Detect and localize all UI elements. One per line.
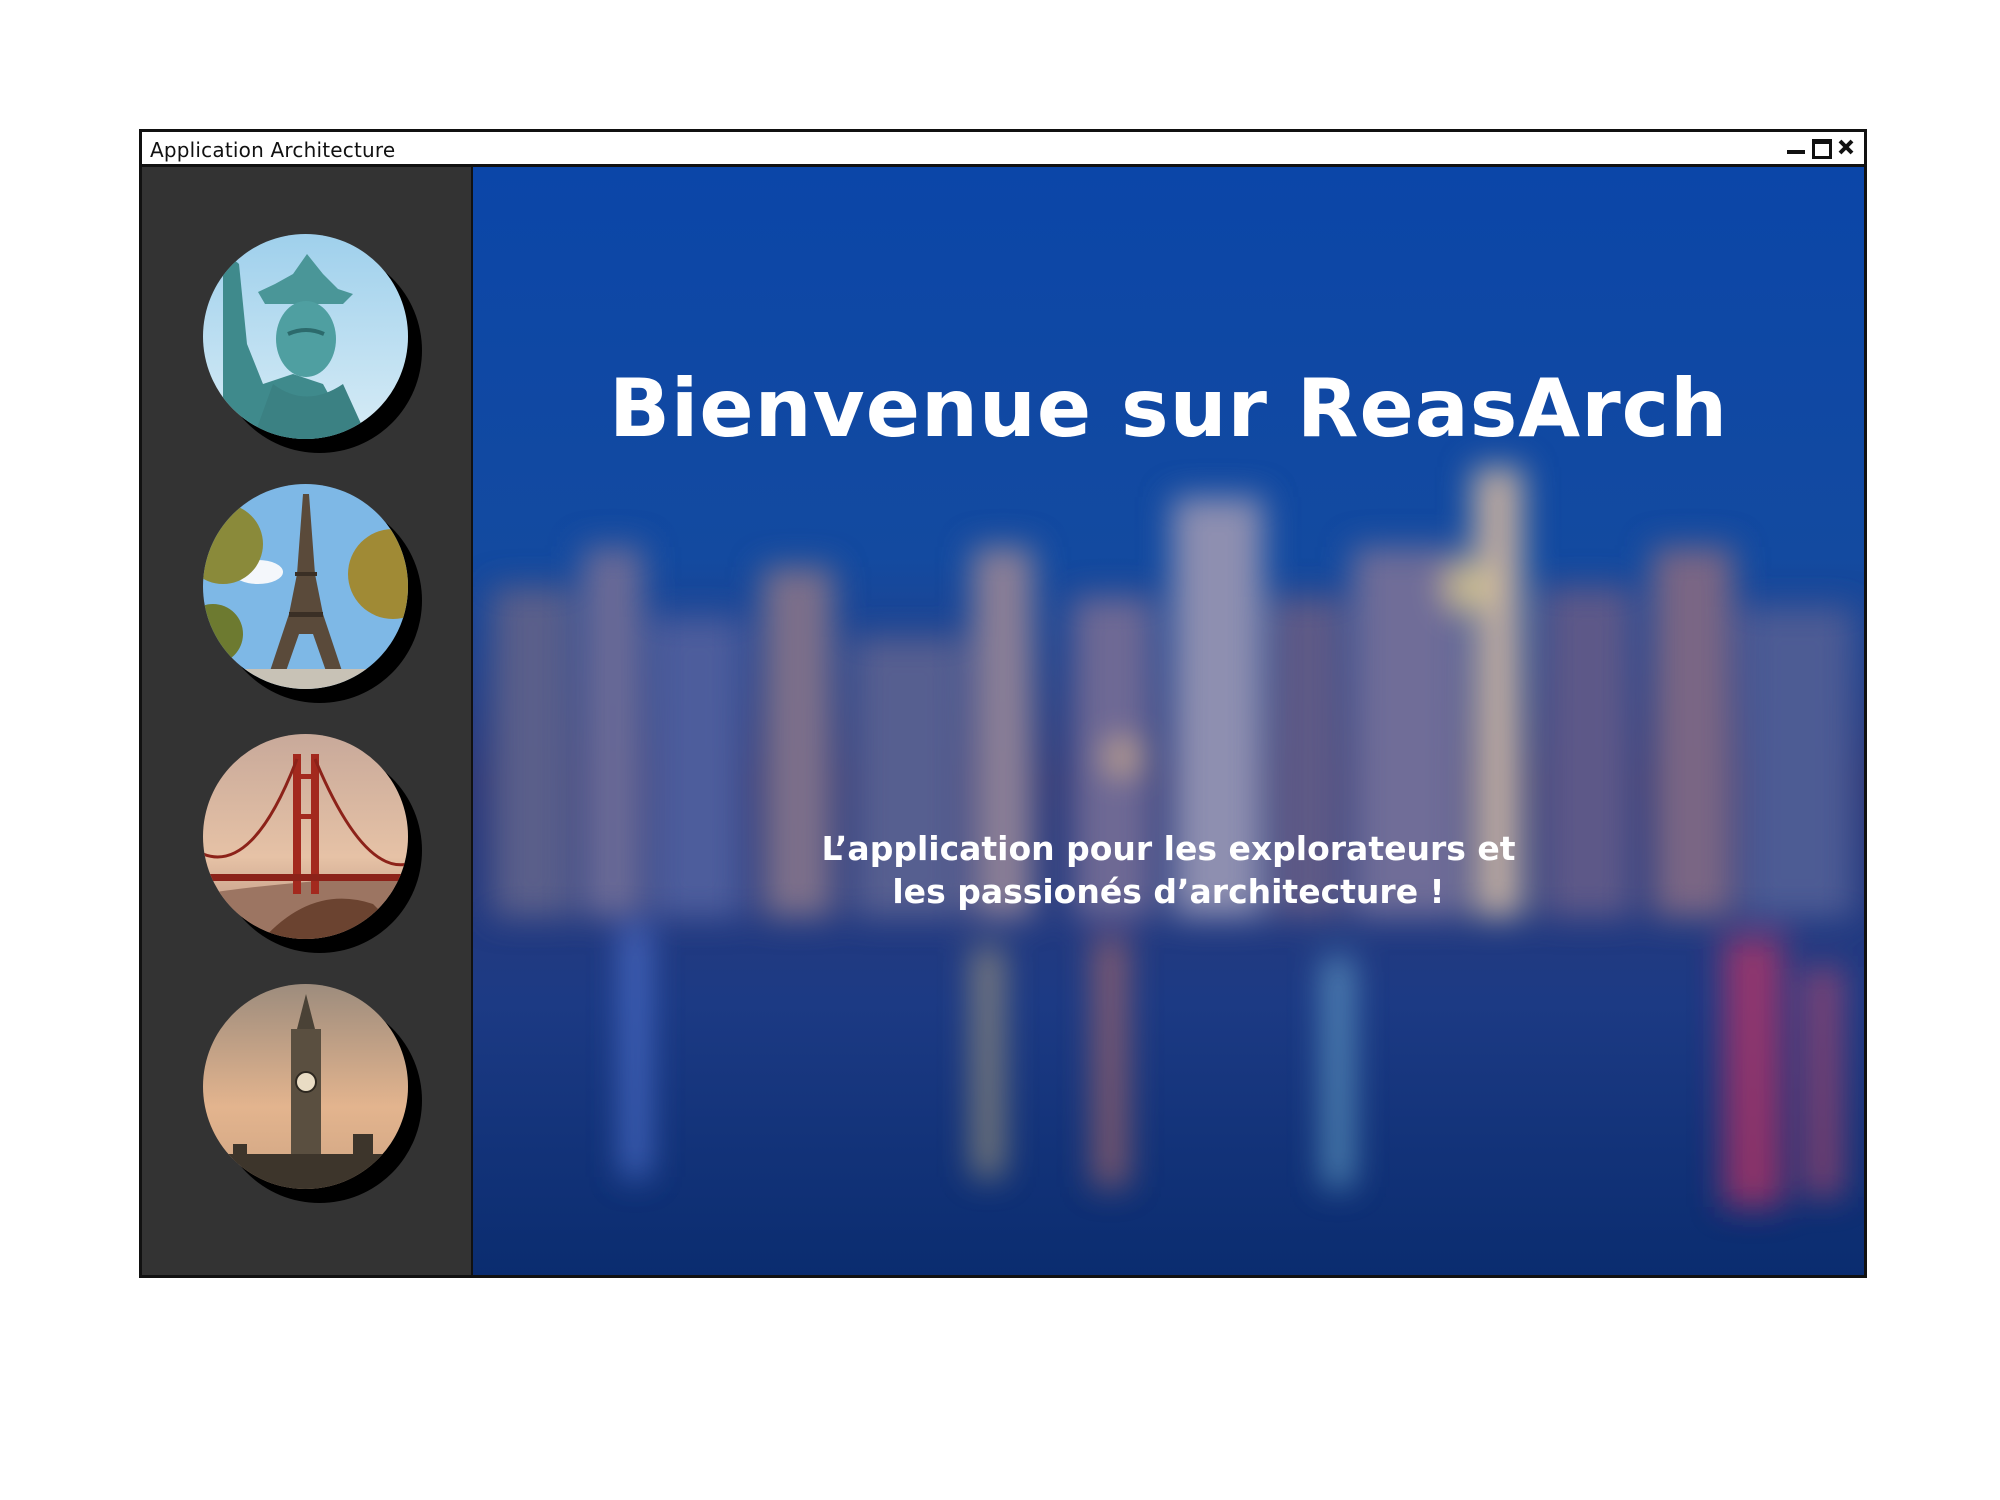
big-ben-image[interactable] (203, 984, 408, 1189)
city-skyline-background (473, 167, 1864, 1275)
eiffel-tower-image[interactable] (203, 484, 408, 689)
sidebar (142, 167, 473, 1275)
hero-subtitle-line1: L’application pour les explorateurs et (821, 829, 1516, 868)
window-title: Application Architecture (150, 138, 396, 162)
hero-banner: Bienvenue sur ReasArch L’application pou… (473, 167, 1864, 1275)
hero-subtitle-line2: les passionés d’architecture ! (892, 872, 1445, 911)
window-controls (1786, 137, 1856, 159)
statue-of-liberty-image[interactable] (203, 234, 408, 439)
close-icon[interactable] (1836, 137, 1856, 157)
hero-title: Bienvenue sur ReasArch (608, 362, 1729, 455)
title-bar: Application Architecture (142, 132, 1864, 167)
hero-subtitle: L’application pour les explorateurs et l… (473, 827, 1864, 913)
app-window: Application Architecture Bienvenue sur R… (139, 129, 1867, 1278)
golden-gate-bridge-image[interactable] (203, 734, 408, 939)
maximize-icon[interactable] (1811, 137, 1832, 159)
minimize-icon[interactable] (1786, 137, 1806, 157)
